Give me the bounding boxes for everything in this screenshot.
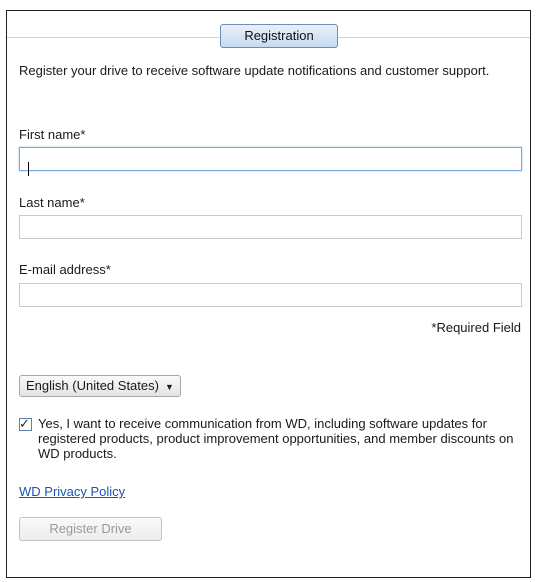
register-drive-button[interactable]: Register Drive	[19, 517, 162, 541]
last-name-label: Last name*	[19, 195, 85, 210]
privacy-policy-link[interactable]: WD Privacy Policy	[19, 484, 125, 499]
email-field[interactable]	[19, 283, 522, 307]
consent-checkbox[interactable]: ✓	[19, 416, 32, 431]
tab-registration[interactable]: Registration	[220, 24, 338, 48]
last-name-field[interactable]	[19, 215, 522, 239]
first-name-field[interactable]	[19, 147, 522, 171]
email-label: E-mail address*	[19, 262, 111, 277]
text-caret	[28, 162, 29, 176]
consent-text: Yes, I want to receive communication fro…	[38, 416, 514, 461]
intro-text: Register your drive to receive software …	[19, 63, 490, 78]
first-name-label: First name*	[19, 127, 86, 142]
language-select[interactable]: English (United States) ▼	[19, 375, 181, 397]
checkmark-icon: ✓	[19, 416, 30, 431]
chevron-down-icon: ▼	[164, 382, 174, 392]
language-select-value: English (United States)	[26, 378, 159, 393]
registration-panel: Registration Register your drive to rece…	[6, 10, 531, 578]
required-field-note: *Required Field	[431, 320, 521, 335]
